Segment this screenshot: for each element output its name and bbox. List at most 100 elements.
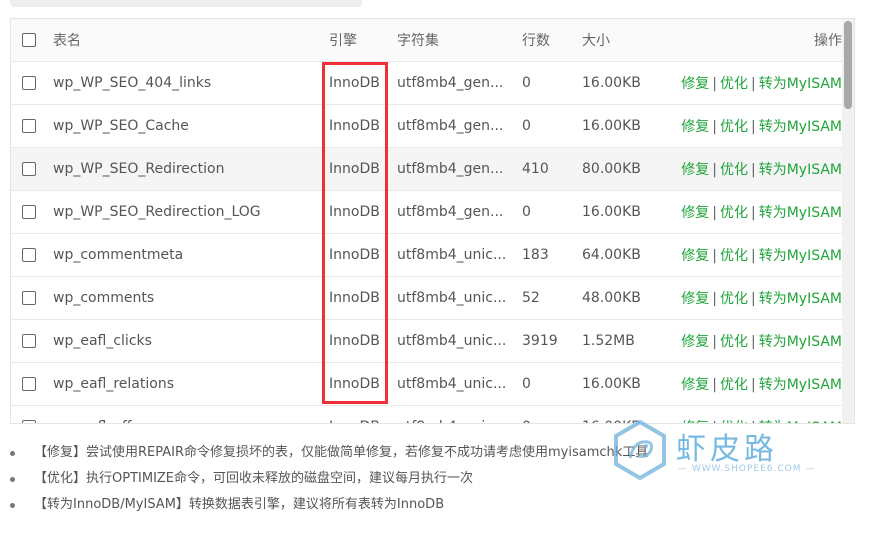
- repair-link[interactable]: 修复: [681, 162, 709, 178]
- ops-separator: |: [712, 248, 717, 264]
- table-row: wp_eafl_relations InnoDB utf8mb4_unic... 0 1…: [11, 362, 848, 406]
- select-all-checkbox[interactable]: [22, 33, 36, 47]
- cell-size: 16.00KB: [582, 405, 668, 423]
- row-checkbox[interactable]: [22, 377, 36, 391]
- header-charset: 字符集: [397, 19, 522, 62]
- cell-ops: 修复|优化|转为MyISAM: [668, 319, 848, 363]
- note-convert: 【转为InnoDB/MyISAM】转换数据表引擎，建议将所有表转为InnoDB: [10, 492, 648, 518]
- cell-engine: InnoDB: [329, 104, 397, 148]
- cell-table-name: wp_comments: [53, 276, 329, 320]
- optimize-link[interactable]: 优化: [720, 248, 748, 264]
- ops-separator: |: [750, 248, 756, 264]
- optimize-link[interactable]: 优化: [720, 377, 748, 393]
- convert-myisam-link[interactable]: 转为MyISAM: [759, 205, 842, 221]
- row-checkbox[interactable]: [22, 291, 36, 305]
- cell-rows: 3919: [522, 319, 582, 363]
- convert-myisam-link[interactable]: 转为MyISAM: [759, 76, 842, 92]
- ops-separator: |: [712, 119, 717, 135]
- watermark-title: 虾皮路: [676, 432, 778, 467]
- cell-size: 48.00KB: [582, 276, 668, 320]
- ops-separator: |: [750, 119, 756, 135]
- repair-link[interactable]: 修复: [681, 420, 709, 423]
- repair-link[interactable]: 修复: [681, 334, 709, 350]
- cell-ops: 修复|优化|转为MyISAM: [668, 104, 848, 148]
- cell-ops: 修复|优化|转为MyISAM: [668, 362, 848, 406]
- ops-separator: |: [751, 420, 756, 423]
- convert-myisam-link[interactable]: 转为MyISAM: [759, 377, 842, 393]
- cell-rows: 52: [522, 276, 582, 320]
- cell-size: 16.00KB: [582, 104, 668, 148]
- ops-separator: |: [712, 420, 717, 423]
- repair-link[interactable]: 修复: [681, 291, 709, 307]
- optimize-link[interactable]: 优化: [720, 420, 748, 423]
- ops-separator: |: [712, 162, 717, 178]
- cell-size: 80.00KB: [582, 147, 668, 191]
- table-row: wp_commentmeta InnoDB utf8mb4_unic... 183 64…: [11, 233, 848, 277]
- ops-separator: |: [750, 162, 756, 178]
- ops-separator: |: [750, 205, 756, 221]
- row-checkbox[interactable]: [22, 248, 36, 262]
- row-checkbox[interactable]: [22, 334, 36, 348]
- cell-ops: 修复|优化|转为MyISAM: [668, 61, 848, 105]
- cell-rows: 183: [522, 233, 582, 277]
- table-row: wp_eafl_offersInnoDButf8mb4_unic...016.0…: [11, 405, 848, 423]
- table-header-row: 表名 引擎 字符集 行数 大小 操作: [11, 19, 848, 62]
- row-checkbox[interactable]: [22, 162, 36, 176]
- repair-link[interactable]: 修复: [681, 205, 709, 221]
- table-row: wp_WP_SEO_Cache InnoDB utf8mb4_gen... 0 16.0…: [11, 104, 848, 148]
- convert-myisam-link[interactable]: 转为MyISAM: [759, 119, 842, 135]
- repair-link[interactable]: 修复: [681, 76, 709, 92]
- cell-charset: utf8mb4_unic...: [397, 233, 522, 277]
- ops-separator: |: [712, 291, 717, 307]
- top-search-bar-edge: [10, 0, 362, 7]
- convert-myisam-link[interactable]: 转为MyISAM: [759, 291, 842, 307]
- scrollbar-thumb[interactable]: [844, 21, 852, 109]
- watermark-subtitle: — WWW.SHOPEE6.COM —: [678, 464, 816, 474]
- ops-separator: |: [750, 334, 756, 350]
- optimize-link[interactable]: 优化: [720, 291, 748, 307]
- row-checkbox[interactable]: [22, 420, 36, 423]
- convert-myisam-link[interactable]: 转为MyISAM: [759, 334, 842, 350]
- repair-link[interactable]: 修复: [681, 248, 709, 264]
- cell-rows: 0: [522, 362, 582, 406]
- cell-table-name: wp_eafl_clicks: [53, 319, 329, 363]
- cell-charset: utf8mb4_gen...: [397, 104, 522, 148]
- table-row: wp_comments InnoDB utf8mb4_unic... 52 48.00K…: [11, 276, 848, 320]
- ops-separator: |: [750, 377, 756, 393]
- notes-list: 【修复】尝试使用REPAIR命令修复损坏的表，仅能做简单修复，若修复不成功请考虑…: [10, 440, 648, 518]
- cell-table-name: wp_WP_SEO_Redirection_LOG: [53, 190, 329, 234]
- repair-link[interactable]: 修复: [681, 119, 709, 135]
- convert-myisam-link[interactable]: 转为MyISAM: [759, 420, 842, 423]
- cell-charset: utf8mb4_unic...: [397, 319, 522, 363]
- convert-myisam-link[interactable]: 转为MyISAM: [759, 248, 842, 264]
- optimize-link[interactable]: 优化: [720, 119, 748, 135]
- header-table-name[interactable]: 表名: [53, 19, 329, 62]
- cell-charset: utf8mb4_gen...: [397, 147, 522, 191]
- cell-rows: 0: [522, 405, 582, 423]
- cell-engine: InnoDB: [329, 319, 397, 363]
- optimize-link[interactable]: 优化: [720, 334, 748, 350]
- table-scrollbar[interactable]: [842, 19, 854, 423]
- cell-rows: 0: [522, 104, 582, 148]
- optimize-link[interactable]: 优化: [720, 76, 748, 92]
- cell-table-name: wp_WP_SEO_Cache: [53, 104, 329, 148]
- convert-myisam-link[interactable]: 转为MyISAM: [759, 162, 842, 178]
- optimize-link[interactable]: 优化: [720, 162, 748, 178]
- cell-table-name: wp_eafl_relations: [53, 362, 329, 406]
- table-row: wp_WP_SEO_Redirection InnoDB utf8mb4_gen..…: [11, 147, 848, 191]
- cell-size: 16.00KB: [582, 190, 668, 234]
- row-checkbox[interactable]: [22, 76, 36, 90]
- table-row: wp_WP_SEO_404_links InnoDB utf8mb4_gen... 0…: [11, 61, 848, 105]
- row-checkbox[interactable]: [22, 119, 36, 133]
- row-checkbox[interactable]: [22, 205, 36, 219]
- optimize-link[interactable]: 优化: [720, 205, 748, 221]
- cell-size: 16.00KB: [582, 362, 668, 406]
- cell-charset: utf8mb4_gen...: [397, 61, 522, 105]
- cell-engine: InnoDB: [329, 190, 397, 234]
- ops-separator: |: [712, 377, 717, 393]
- cell-ops: 修复|优化|转为MyISAM: [668, 276, 848, 320]
- cell-engine: InnoDB: [329, 362, 397, 406]
- cell-engine: InnoDB: [329, 147, 397, 191]
- repair-link[interactable]: 修复: [681, 377, 709, 393]
- cell-charset: utf8mb4_unic...: [397, 276, 522, 320]
